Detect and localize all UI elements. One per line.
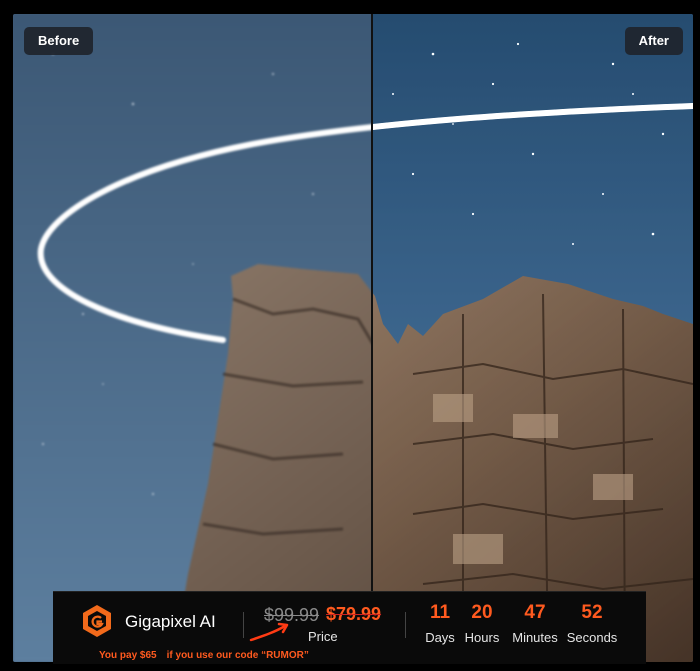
countdown-days-value: 11 — [429, 602, 451, 623]
after-label: After — [624, 27, 683, 55]
promo-banner[interactable]: Gigapixel AI $99.99 $79.99 Price 11 Days… — [53, 591, 646, 664]
gigapixel-logo-icon — [83, 605, 111, 637]
before-label: Before — [24, 27, 94, 55]
countdown-hours: 20 Hours — [461, 602, 503, 645]
countdown-hours-label: Hours — [464, 630, 500, 645]
before-image — [13, 14, 371, 662]
countdown-minutes-label: Minutes — [512, 630, 558, 645]
product-name: Gigapixel AI — [125, 612, 216, 631]
before-after-viewer[interactable]: Before After — [13, 14, 693, 662]
discount-pay-text: You pay $65 — [99, 650, 157, 661]
countdown-hours-value: 20 — [471, 602, 493, 623]
countdown-days-label: Days — [425, 630, 455, 645]
divider — [243, 612, 244, 638]
discount-note: You pay $65 if you use our code “RUMOR” — [99, 650, 319, 661]
discount-code-text: if you use our code “RUMOR” — [166, 650, 309, 661]
countdown-seconds-label: Seconds — [566, 630, 618, 645]
new-price: $79.99 — [326, 604, 382, 624]
countdown-days: 11 Days — [422, 602, 458, 645]
price-label: Price — [308, 629, 338, 644]
countdown-minutes: 47 Minutes — [508, 602, 562, 645]
countdown-minutes-value: 47 — [524, 602, 546, 623]
arrow-icon — [249, 622, 289, 642]
countdown-seconds: 52 Seconds — [564, 602, 620, 645]
divider — [405, 612, 406, 638]
after-image — [371, 14, 693, 662]
countdown-seconds-value: 52 — [581, 602, 603, 623]
comparison-slider-handle[interactable] — [371, 14, 373, 662]
